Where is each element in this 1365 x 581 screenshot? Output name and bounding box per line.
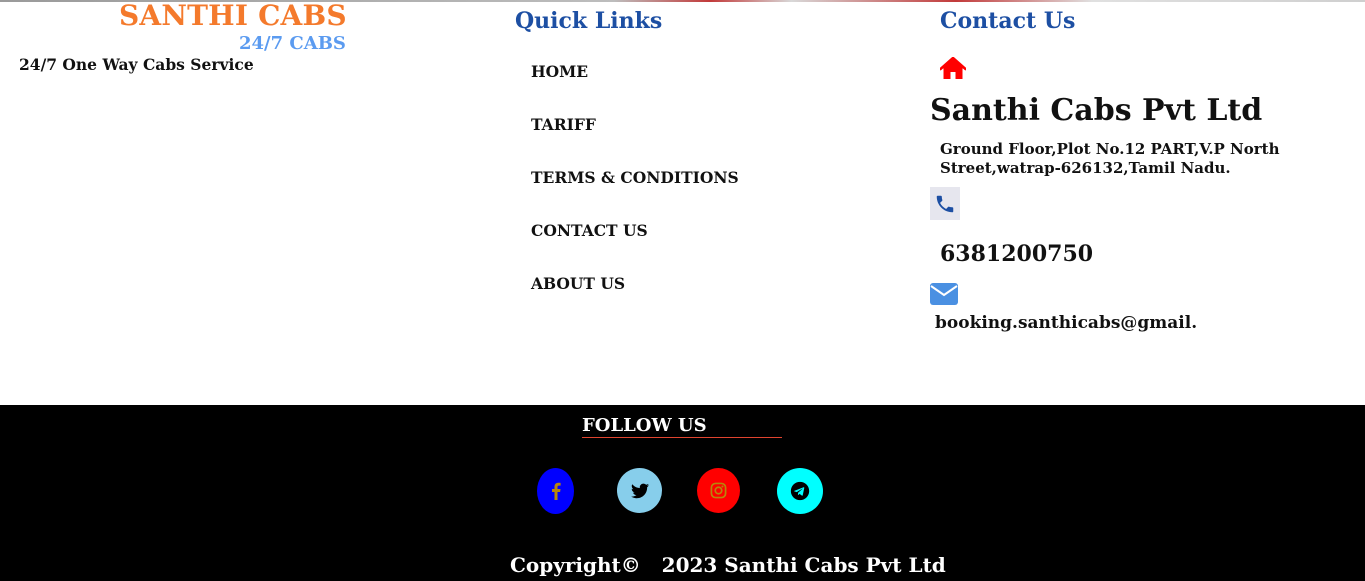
footer-bar: FOLLOW US Copyright© 2023 Santhi Cabs Pv…	[0, 405, 1365, 581]
phone-number[interactable]: 6381200750	[940, 241, 1093, 267]
quick-links-list: HOME TARIFF TERMS & CONDITIONS CONTACT U…	[531, 62, 739, 327]
follow-us-underline	[582, 437, 782, 438]
twitter-icon	[630, 483, 649, 498]
footer-page: SANTHI CABS 24/7 CABS 24/7 One Way Cabs …	[0, 0, 1365, 581]
phone-glyph-icon	[936, 195, 954, 212]
instagram-icon	[710, 482, 727, 499]
instagram-button[interactable]	[697, 468, 740, 513]
brand-tagline: 24/7 One Way Cabs Service	[19, 55, 254, 74]
home-icon	[940, 57, 966, 79]
quick-link-about[interactable]: ABOUT US	[531, 274, 739, 327]
phone-icon[interactable]	[930, 187, 960, 220]
quick-link-terms[interactable]: TERMS & CONDITIONS	[531, 168, 739, 221]
telegram-button[interactable]	[777, 468, 823, 514]
quick-link-contact[interactable]: CONTACT US	[531, 221, 739, 274]
quick-links-heading: Quick Links	[515, 8, 663, 34]
email-address[interactable]: booking.santhicabs@gmail.	[935, 313, 1197, 333]
company-address: Ground Floor,Plot No.12 PART,V.P North S…	[940, 140, 1280, 177]
brand-subtitle: 24/7 CABS	[239, 33, 346, 54]
brand-title[interactable]: SANTHI CABS	[119, 0, 347, 32]
quick-link-tariff[interactable]: TARIFF	[531, 115, 739, 168]
copyright-text: Copyright© 2023 Santhi Cabs Pvt Ltd	[510, 553, 946, 577]
twitter-button[interactable]	[617, 468, 662, 513]
quick-link-home[interactable]: HOME	[531, 62, 739, 115]
follow-us-label: FOLLOW US	[582, 415, 707, 436]
contact-heading: Contact Us	[940, 8, 1076, 34]
telegram-icon	[790, 481, 810, 501]
envelope-icon[interactable]	[930, 283, 958, 305]
facebook-button[interactable]	[537, 468, 574, 514]
company-name: Santhi Cabs Pvt Ltd	[930, 93, 1263, 128]
facebook-icon	[551, 482, 561, 500]
